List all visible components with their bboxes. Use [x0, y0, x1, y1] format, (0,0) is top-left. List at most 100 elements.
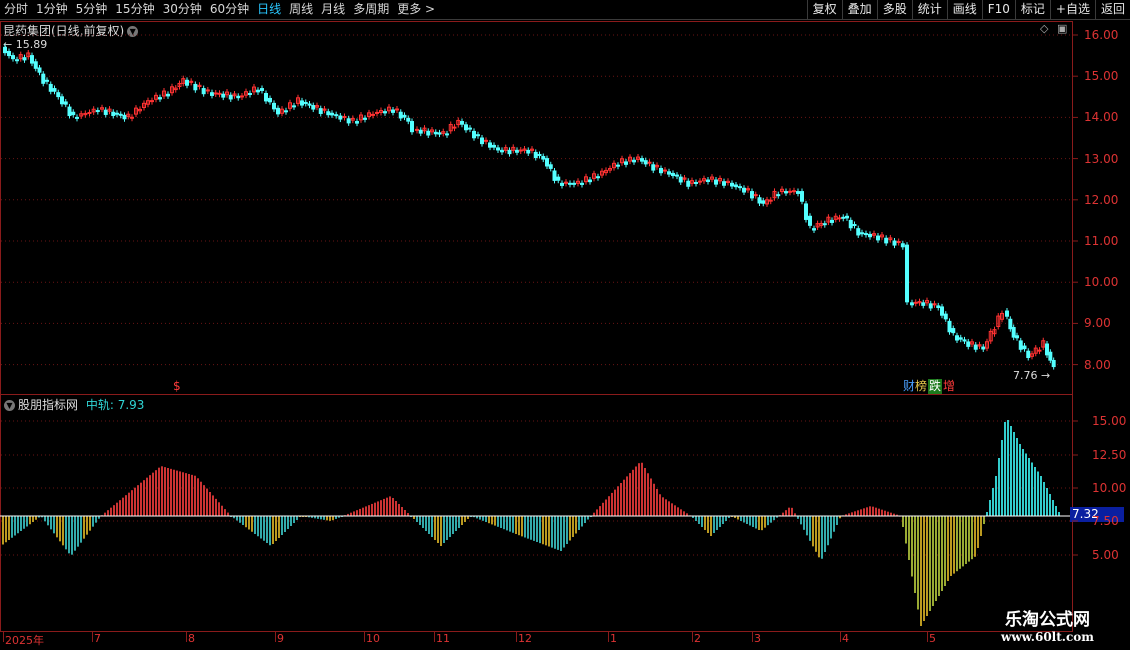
candle-body — [375, 111, 379, 114]
indicator-bar — [788, 507, 790, 516]
candle-body — [962, 339, 967, 342]
indicator-bar — [806, 516, 808, 536]
indicator-bar — [770, 516, 772, 523]
price-tick-label: 12.00 — [1084, 192, 1119, 207]
indicator-bar — [641, 462, 643, 516]
candle-body — [484, 139, 488, 142]
candle-body — [753, 194, 758, 197]
candle-body — [776, 194, 781, 197]
candle-body — [556, 176, 561, 181]
candle-body — [292, 105, 296, 108]
indicator-bar — [920, 516, 922, 626]
indicator-bar — [437, 516, 439, 543]
candle-body — [111, 111, 116, 116]
candle-body — [476, 134, 480, 137]
indicator-bar — [332, 516, 334, 521]
candle-body — [852, 224, 857, 227]
candle-body — [1005, 310, 1009, 317]
indicator-bar — [755, 516, 757, 529]
indicator-bar — [458, 516, 460, 528]
indicator-bar — [614, 489, 616, 516]
indicator-bar — [584, 516, 586, 523]
indicator-bar — [608, 496, 610, 516]
candle-body — [210, 92, 214, 96]
indicator-bar — [956, 516, 958, 572]
candle-body — [402, 114, 407, 118]
indicator-bar — [764, 516, 766, 528]
indicator-bar — [152, 472, 154, 516]
indicator-bar — [251, 516, 253, 532]
price-tick-label: 9.00 — [1084, 316, 1111, 331]
indicator-bar — [677, 507, 679, 516]
candle-body — [15, 59, 19, 62]
indicator-bar — [926, 516, 928, 616]
candle-body — [742, 187, 746, 193]
candle-body — [730, 182, 734, 187]
candle-body — [342, 116, 347, 119]
indicator-bar — [527, 516, 529, 539]
indicator-bar — [968, 516, 970, 562]
indicator-bar — [917, 516, 919, 610]
candle-body — [48, 83, 53, 92]
candle-body — [973, 344, 978, 350]
indicator-bar — [374, 502, 376, 516]
candle-body — [940, 306, 944, 316]
candle-body — [1008, 318, 1013, 330]
indicator-bar — [599, 506, 601, 516]
indicator-bar — [512, 516, 514, 533]
indicator-bar — [380, 500, 382, 516]
indicator-bar — [707, 516, 709, 533]
indicator-bar — [422, 516, 424, 528]
candle-body — [95, 110, 100, 113]
indicator-bar — [611, 492, 613, 516]
candle-body — [698, 180, 702, 183]
indicator-bar — [719, 516, 721, 527]
indicator-bar — [386, 497, 388, 516]
candle-body — [45, 79, 49, 82]
candle-body — [11, 55, 15, 60]
indicator-bar — [29, 516, 31, 525]
indicator-bar — [488, 516, 490, 524]
candle-body — [647, 161, 652, 164]
candle-body — [33, 61, 38, 69]
indicator-bar — [122, 497, 124, 516]
candle-body — [768, 199, 773, 202]
indicator-bar — [548, 516, 550, 547]
candle-body — [437, 132, 442, 135]
indicator-bar — [137, 485, 139, 516]
indicator-bar — [638, 463, 640, 516]
indicator-bar — [938, 516, 940, 596]
indicator-bar — [368, 505, 370, 516]
chart-svg[interactable] — [0, 0, 1130, 650]
indicator-bar — [194, 475, 196, 516]
indicator-bar — [524, 516, 526, 538]
candle-body — [545, 158, 549, 167]
indicator-bar — [395, 501, 397, 516]
candle-body — [260, 88, 264, 91]
indicator-bar — [929, 516, 931, 611]
indicator-bar — [884, 510, 886, 516]
indicator-bar — [1058, 512, 1060, 516]
indicator-bar — [863, 508, 865, 516]
indicator-bar — [995, 476, 997, 516]
candle-body — [303, 101, 308, 104]
indicator-bar — [752, 516, 754, 527]
candle-body — [158, 97, 162, 100]
indicator-bar — [296, 516, 298, 520]
candle-body — [800, 191, 804, 202]
candle-body — [792, 190, 796, 193]
indicator-bar — [35, 516, 37, 520]
indicator-bar — [557, 516, 559, 550]
indicator-bar — [821, 516, 823, 559]
indicator-bar — [1046, 488, 1048, 516]
indicator-bar — [245, 516, 247, 528]
candle-body — [596, 176, 600, 179]
candle-body — [921, 302, 926, 306]
indicator-bar — [854, 511, 856, 516]
indicator-bar — [617, 486, 619, 516]
indicator-bar — [506, 516, 508, 531]
candle-body — [334, 114, 339, 117]
indicator-bar — [509, 516, 511, 532]
indicator-bar — [389, 496, 391, 516]
indicator-bar — [674, 505, 676, 516]
